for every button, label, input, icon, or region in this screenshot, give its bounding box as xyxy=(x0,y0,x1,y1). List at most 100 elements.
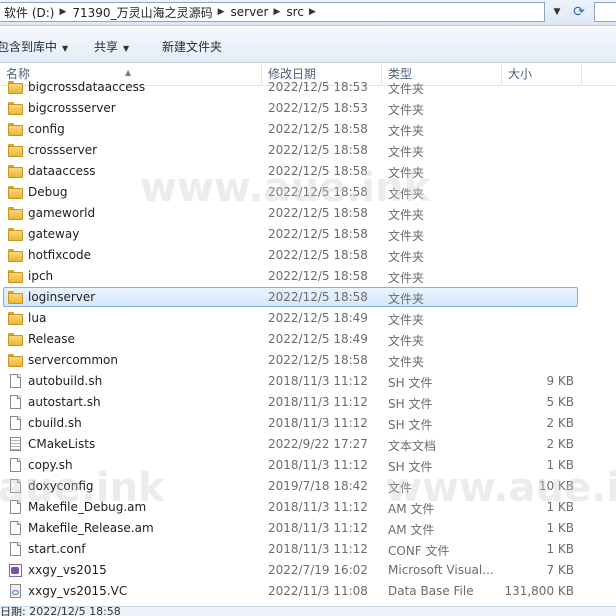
file-type: SH 文件 xyxy=(388,460,433,474)
file-type: 文件夹 xyxy=(388,313,425,327)
file-row[interactable]: gameworld 2022/12/5 18:58 文件夹 xyxy=(0,203,616,224)
folder-icon xyxy=(8,248,23,263)
file-row[interactable]: Makefile_Debug.am 2018/11/3 11:12 AM 文件 1 K… xyxy=(0,497,616,518)
file-name: autostart.sh xyxy=(28,395,101,409)
folder-icon xyxy=(8,353,23,368)
file-row[interactable]: xxgy_vs2015 2022/7/19 16:02 Microsoft Visu… xyxy=(0,560,616,581)
file-icon xyxy=(8,416,23,431)
file-type: 文件夹 xyxy=(388,229,425,243)
file-row[interactable]: gateway 2022/12/5 18:58 文件夹 xyxy=(0,224,616,245)
folder-icon xyxy=(8,311,23,326)
file-size: 7 KB xyxy=(546,563,574,577)
file-date: 2022/11/3 11:08 xyxy=(268,584,368,598)
file-row[interactable]: copy.sh 2018/11/3 11:12 SH 文件 1 KB xyxy=(0,455,616,476)
file-row[interactable]: xxgy_vs2015.VC 2022/11/3 11:08 Data Base F… xyxy=(0,581,616,602)
file-name: hotfixcode xyxy=(28,248,92,262)
file-row[interactable]: Release 2022/12/5 18:49 文件夹 xyxy=(0,329,616,350)
file-icon xyxy=(8,479,23,494)
file-size: 5 KB xyxy=(546,395,574,409)
address-bar: 软件 (D:) ▶ 71390_万灵山海之灵源码 ▶ server ▶ src … xyxy=(0,0,616,26)
file-name: config xyxy=(28,122,65,136)
file-date: 2022/12/5 18:49 xyxy=(268,311,368,325)
folder-icon xyxy=(8,143,23,158)
file-row[interactable]: cbuild.sh 2018/11/3 11:12 SH 文件 2 KB xyxy=(0,413,616,434)
breadcrumb[interactable]: 软件 (D:) ▶ 71390_万灵山海之灵源码 ▶ server ▶ src … xyxy=(0,2,545,22)
file-row[interactable]: autobuild.sh 2018/11/3 11:12 SH 文件 9 KB xyxy=(0,371,616,392)
file-name: Debug xyxy=(28,185,68,199)
include-in-library-button[interactable]: 包含到库中 ▼ xyxy=(0,38,68,55)
file-name: servercommon xyxy=(28,353,118,367)
file-date: 2022/12/5 18:58 xyxy=(268,143,368,157)
folder-icon xyxy=(8,290,23,305)
file-row[interactable]: bigcrossserver 2022/12/5 18:53 文件夹 xyxy=(0,98,616,119)
file-date: 2018/11/3 11:12 xyxy=(268,416,368,430)
file-name: CMakeLists xyxy=(28,437,96,451)
file-row[interactable]: hotfixcode 2022/12/5 18:58 文件夹 xyxy=(0,245,616,266)
caret-down-icon: ▼ xyxy=(62,44,69,53)
file-row[interactable]: lua 2022/12/5 18:49 文件夹 xyxy=(0,308,616,329)
folder-icon xyxy=(8,122,23,137)
file-size: 1 KB xyxy=(546,521,574,535)
new-folder-button[interactable]: 新建文件夹 xyxy=(162,38,222,55)
refresh-button[interactable]: ⟳ xyxy=(568,2,590,22)
file-date: 2018/11/3 11:12 xyxy=(268,500,368,514)
file-type: 文件夹 xyxy=(388,250,425,264)
file-date: 2022/12/5 18:58 xyxy=(268,122,368,136)
file-row[interactable]: ipch 2022/12/5 18:58 文件夹 xyxy=(0,266,616,287)
file-row[interactable]: Debug 2022/12/5 18:58 文件夹 xyxy=(0,182,616,203)
file-date: 2022/7/19 16:02 xyxy=(268,563,368,577)
file-type: 文件夹 xyxy=(388,145,425,159)
file-name: loginserver xyxy=(28,290,96,304)
file-name: Makefile_Release.am xyxy=(28,521,154,535)
file-size: 131,800 KB xyxy=(504,584,574,598)
file-row[interactable]: loginserver 2022/12/5 18:58 文件夹 xyxy=(0,287,616,308)
chevron-right-icon[interactable]: ▶ xyxy=(57,7,68,17)
share-button[interactable]: 共享 ▼ xyxy=(94,38,129,55)
file-date: 2018/11/3 11:12 xyxy=(268,458,368,472)
file-type: 文件 xyxy=(388,481,413,495)
file-row[interactable]: crossserver 2022/12/5 18:58 文件夹 xyxy=(0,140,616,161)
file-size: 1 KB xyxy=(546,542,574,556)
file-type: AM 文件 xyxy=(388,502,435,516)
file-row[interactable]: CMakeLists 2022/9/22 17:27 文本文档 2 KB xyxy=(0,434,616,455)
file-type: Microsoft Visual... xyxy=(388,563,494,577)
file-date: 2022/12/5 18:49 xyxy=(268,332,368,346)
search-input[interactable] xyxy=(594,2,616,22)
file-type: CONF 文件 xyxy=(388,544,450,558)
visual-studio-solution-icon xyxy=(8,563,23,578)
folder-icon xyxy=(8,164,23,179)
file-row[interactable]: servercommon 2022/12/5 18:58 文件夹 xyxy=(0,350,616,371)
file-row[interactable]: dataaccess 2022/12/5 18:58 文件夹 xyxy=(0,161,616,182)
file-date: 2018/11/3 11:12 xyxy=(268,542,368,556)
file-row[interactable]: doxyconfig 2019/7/18 18:42 文件 10 KB xyxy=(0,476,616,497)
file-date: 2022/12/5 18:58 xyxy=(268,164,368,178)
breadcrumb-item[interactable]: server xyxy=(227,5,272,19)
chevron-down-icon: ▼ xyxy=(553,7,561,17)
chevron-right-icon[interactable]: ▶ xyxy=(272,7,283,17)
folder-icon xyxy=(8,206,23,221)
file-row[interactable]: start.conf 2018/11/3 11:12 CONF 文件 1 KB xyxy=(0,539,616,560)
file-type: SH 文件 xyxy=(388,418,433,432)
file-name: start.conf xyxy=(28,542,86,556)
file-icon xyxy=(8,458,23,473)
file-type: SH 文件 xyxy=(388,397,433,411)
file-row[interactable]: autostart.sh 2018/11/3 11:12 SH 文件 5 KB xyxy=(0,392,616,413)
file-icon xyxy=(8,395,23,410)
breadcrumb-item[interactable]: src xyxy=(282,5,307,19)
breadcrumb-item[interactable]: 软件 (D:) xyxy=(0,4,57,21)
file-type: 文件夹 xyxy=(388,124,425,138)
address-history-button[interactable]: ▼ xyxy=(548,2,566,22)
folder-icon xyxy=(8,80,23,95)
chevron-right-icon[interactable]: ▶ xyxy=(307,7,318,17)
file-icon xyxy=(8,374,23,389)
file-date: 2019/7/18 18:42 xyxy=(268,479,368,493)
file-date: 2022/12/5 18:58 xyxy=(268,269,368,283)
file-row[interactable]: bigcrossdataaccess 2022/12/5 18:53 文件夹 xyxy=(0,77,616,98)
file-type: 文件夹 xyxy=(388,82,425,96)
breadcrumb-item[interactable]: 71390_万灵山海之灵源码 xyxy=(68,4,215,21)
file-row[interactable]: Makefile_Release.am 2018/11/3 11:12 AM 文件 1… xyxy=(0,518,616,539)
file-row[interactable]: config 2022/12/5 18:58 文件夹 xyxy=(0,119,616,140)
file-type: Data Base File xyxy=(388,584,474,598)
chevron-right-icon[interactable]: ▶ xyxy=(216,7,227,17)
file-size: 2 KB xyxy=(546,416,574,430)
